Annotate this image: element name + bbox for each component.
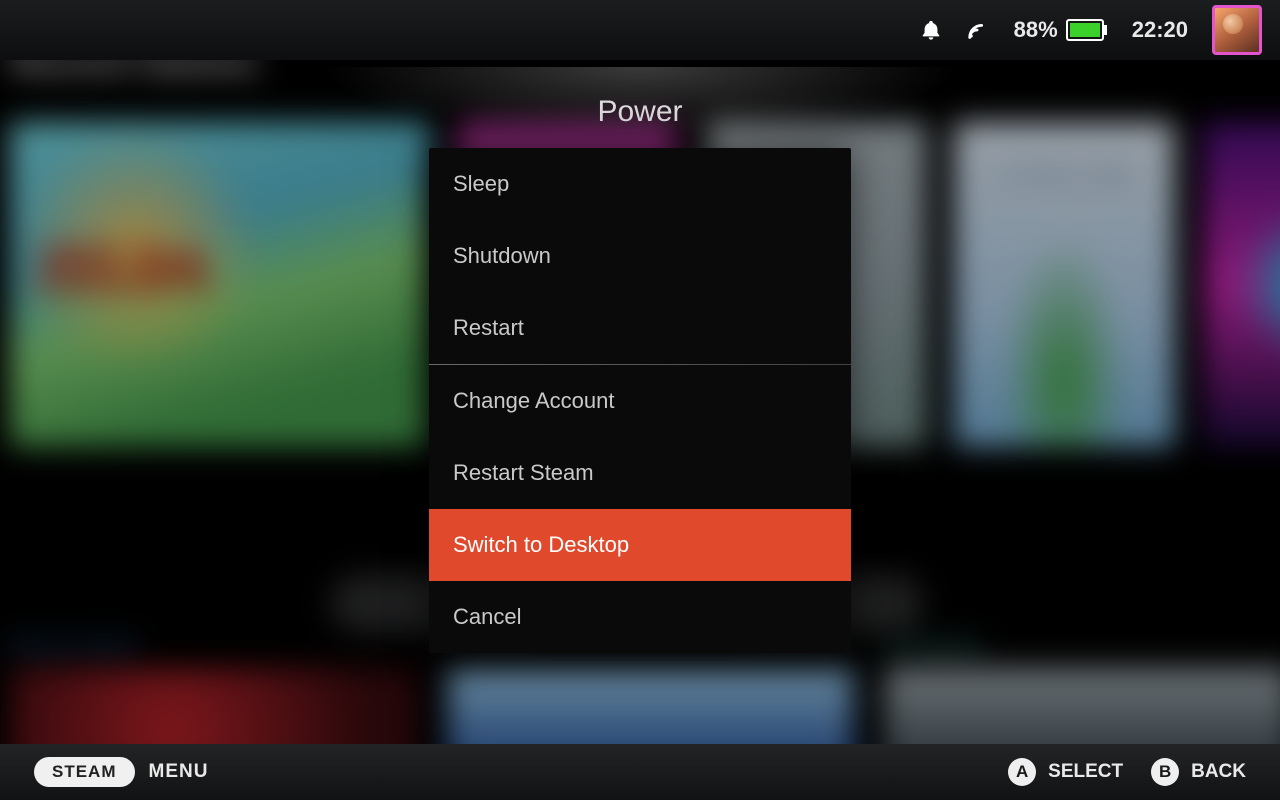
game-tile [10,122,430,447]
menu-item-shutdown[interactable]: Shutdown [429,220,851,292]
status-bar: 88% 22:20 [0,0,1280,60]
menu-label: MENU [149,761,209,783]
clock: 22:20 [1132,17,1188,43]
modal-title: Power [0,95,1280,129]
menu-item-change-account[interactable]: Change Account [429,365,851,437]
menu-item-switch-to-desktop[interactable]: Switch to Desktop [429,509,851,581]
battery-status: 88% [1014,17,1108,43]
power-menu: Sleep Shutdown Restart Change Account Re… [429,148,851,653]
game-tile [1203,122,1280,447]
a-button-icon: A [1008,758,1036,786]
bell-icon[interactable] [920,18,942,42]
menu-item-cancel[interactable]: Cancel [429,581,851,653]
hint-select: A SELECT [1008,758,1123,786]
footer-bar: STEAM MENU A SELECT B BACK [0,744,1280,800]
menu-item-restart[interactable]: Restart [429,292,851,364]
b-button-icon: B [1151,758,1179,786]
hint-back: B BACK [1151,758,1246,786]
game-tile [954,122,1175,447]
menu-item-sleep[interactable]: Sleep [429,148,851,220]
steam-button[interactable]: STEAM [34,757,135,787]
avatar[interactable] [1212,5,1262,55]
b-button-label: BACK [1191,761,1246,783]
a-button-label: SELECT [1048,761,1123,783]
menu-item-restart-steam[interactable]: Restart Steam [429,437,851,509]
cast-icon[interactable] [966,19,990,41]
battery-icon [1066,19,1108,41]
battery-percent: 88% [1014,17,1058,43]
